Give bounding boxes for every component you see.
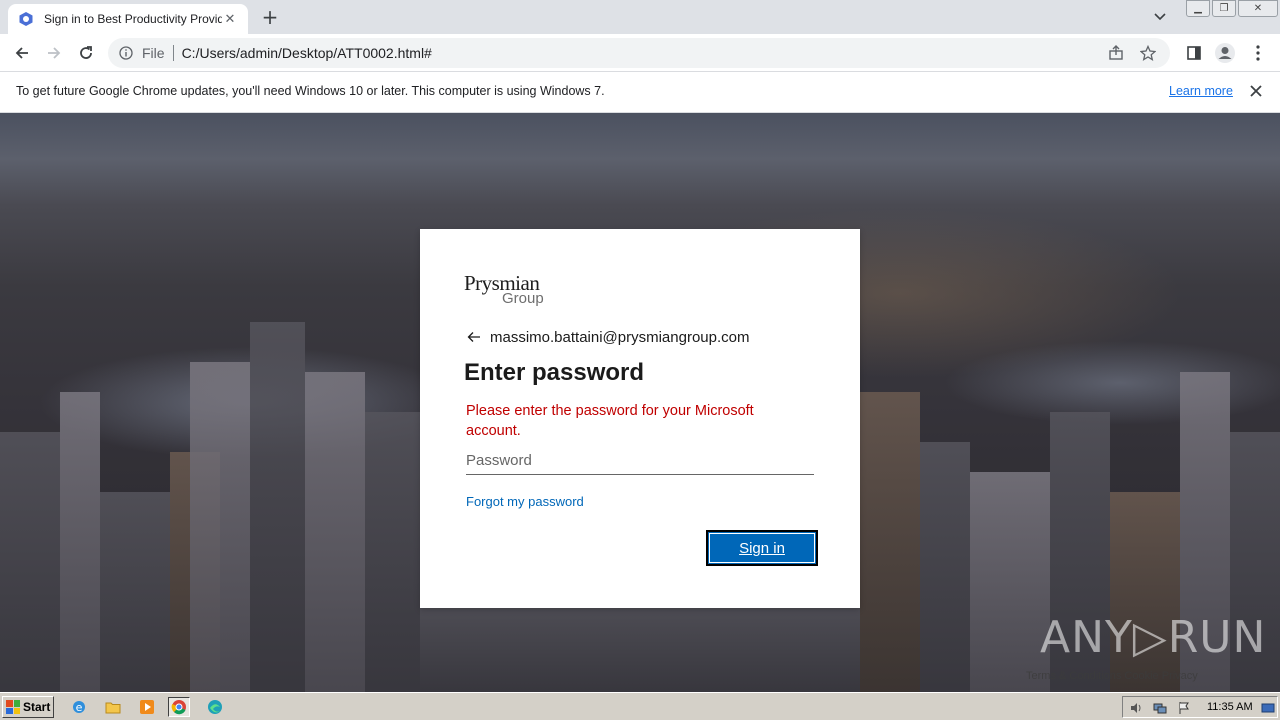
side-panel-icon[interactable] xyxy=(1182,41,1206,65)
bookmark-star-icon[interactable] xyxy=(1138,43,1158,63)
infobar-close-icon[interactable] xyxy=(1246,81,1266,101)
network-icon[interactable] xyxy=(1153,700,1167,714)
restore-button[interactable]: ❐ xyxy=(1212,0,1236,17)
close-window-button[interactable]: ✕ xyxy=(1238,0,1278,17)
tab-close-icon[interactable]: ✕ xyxy=(222,12,238,27)
site-info-icon[interactable] xyxy=(118,45,134,61)
sign-in-button[interactable]: Sign in xyxy=(706,530,818,566)
address-bar[interactable]: File C:/Users/admin/Desktop/ATT0002.html… xyxy=(108,38,1170,68)
update-infobar: To get future Google Chrome updates, you… xyxy=(0,72,1280,113)
reload-button[interactable] xyxy=(74,41,98,65)
prysmian-logo: Prysmian Group xyxy=(464,271,574,311)
action-center-flag-icon[interactable] xyxy=(1177,700,1191,714)
menu-kebab-icon[interactable] xyxy=(1246,41,1270,65)
svg-text:e: e xyxy=(76,701,83,714)
favicon-icon xyxy=(18,11,34,27)
url-text[interactable]: C:/Users/admin/Desktop/ATT0002.html# xyxy=(182,45,1106,61)
anyrun-watermark: ANY▷RUN xyxy=(1040,612,1267,663)
media-player-icon[interactable] xyxy=(136,697,158,717)
error-message: Please enter the password for your Micro… xyxy=(466,403,754,439)
forgot-password-link[interactable]: Forgot my password xyxy=(466,494,584,509)
url-separator xyxy=(172,45,174,61)
new-tab-button[interactable]: + xyxy=(259,6,281,28)
identity-banner: massimo.battaini@prysmiangroup.com xyxy=(464,327,750,347)
chrome-taskbar-icon[interactable] xyxy=(168,697,190,717)
minimize-button[interactable]: ▁ xyxy=(1186,0,1210,17)
tab-title: Sign in to Best Productivity Provider xyxy=(44,12,222,26)
share-icon[interactable] xyxy=(1106,43,1126,63)
show-desktop-icon[interactable] xyxy=(1261,700,1275,714)
watermark-footer: Terms & Conditions Cookie Privacy xyxy=(1026,670,1198,682)
profile-avatar-icon[interactable] xyxy=(1213,41,1237,65)
browser-toolbar: File C:/Users/admin/Desktop/ATT0002.html… xyxy=(0,34,1280,72)
url-scheme: File xyxy=(142,45,165,61)
edge-icon[interactable] xyxy=(204,697,226,717)
signin-card: Prysmian Group massimo.battaini@prysmian… xyxy=(420,229,860,608)
back-arrow-icon[interactable] xyxy=(464,327,484,347)
start-label: Start xyxy=(23,700,51,714)
windows-flag-icon xyxy=(6,700,20,714)
tab-search-chevron-icon[interactable] xyxy=(1150,8,1170,26)
account-email: massimo.battaini@prysmiangroup.com xyxy=(490,328,750,346)
start-button[interactable]: Start xyxy=(2,696,54,718)
system-tray: 11:35 AM xyxy=(1122,696,1278,718)
password-field[interactable] xyxy=(466,447,814,475)
page-title: Enter password xyxy=(464,359,645,386)
folder-icon[interactable] xyxy=(102,697,124,717)
infobar-message: To get future Google Chrome updates, you… xyxy=(16,84,605,98)
window-controls: ▁ ❐ ✕ xyxy=(1184,0,1278,17)
ie-icon[interactable]: e xyxy=(68,697,90,717)
forward-button[interactable] xyxy=(42,41,66,65)
logo-sub-text: Group xyxy=(502,290,544,307)
tab-strip: Sign in to Best Productivity Provider ✕ … xyxy=(0,0,1280,34)
clock: 11:35 AM xyxy=(1207,701,1253,713)
taskbar: Start e 11:35 AM xyxy=(0,692,1280,720)
volume-icon[interactable] xyxy=(1129,700,1143,714)
browser-tab[interactable]: Sign in to Best Productivity Provider ✕ xyxy=(8,4,248,34)
back-button[interactable] xyxy=(10,41,34,65)
learn-more-link[interactable]: Learn more xyxy=(1169,84,1233,98)
